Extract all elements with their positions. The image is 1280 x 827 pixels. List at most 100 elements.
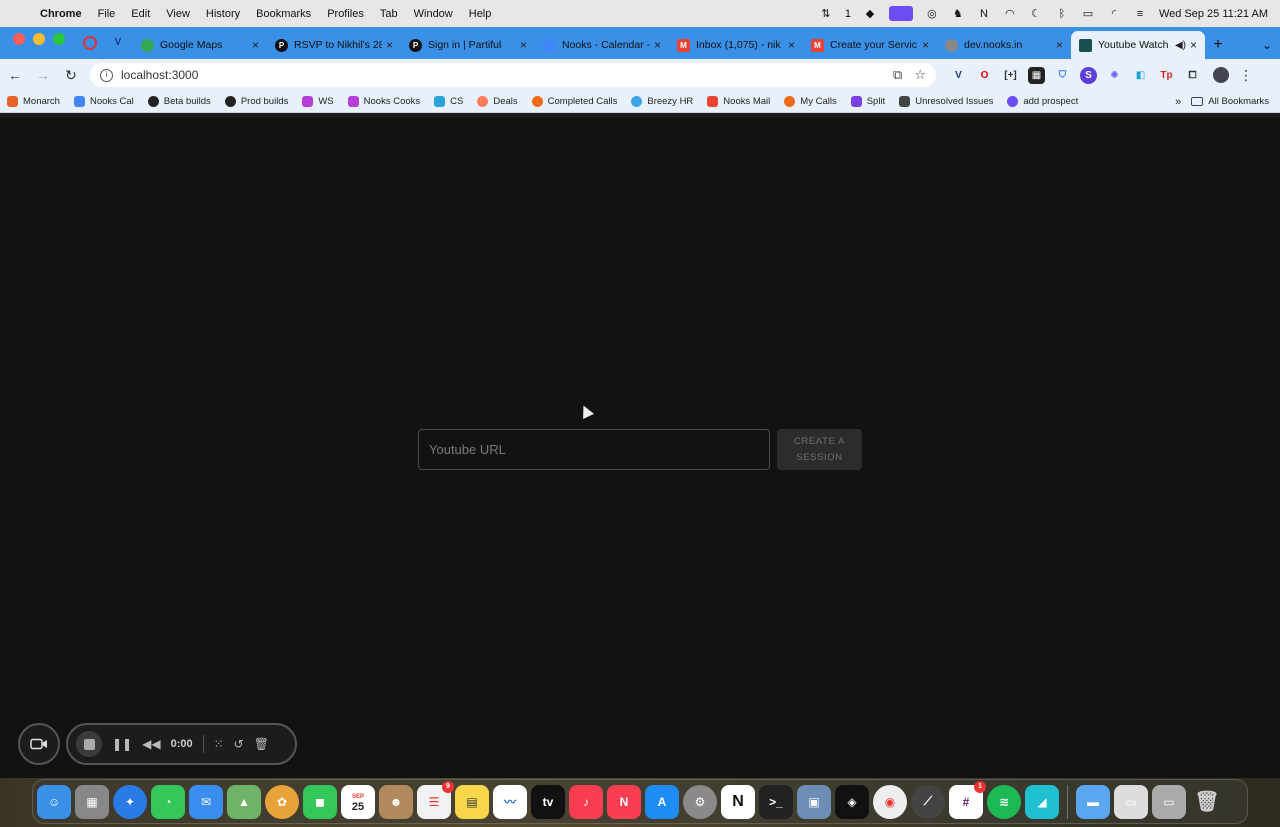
contacts-icon[interactable]: ☻ xyxy=(379,784,413,819)
bookmark-star-icon[interactable]: ☆ xyxy=(914,67,926,83)
menu-edit[interactable]: Edit xyxy=(123,8,158,20)
moon-icon[interactable]: ☾ xyxy=(1029,8,1043,20)
tab-youtube-watch[interactable]: Youtube Watch ◀) × xyxy=(1071,31,1205,59)
create-session-button[interactable]: CREATE A SESSION xyxy=(777,429,862,470)
launchpad-icon[interactable]: ▦ xyxy=(75,784,109,819)
bookmark-nooks-mail[interactable]: Nooks Mail xyxy=(700,96,777,107)
install-app-icon[interactable]: ⧉ xyxy=(893,67,902,83)
pause-recording-button[interactable]: ❚❚ xyxy=(112,737,132,751)
tab-nooks-calendar[interactable]: Nooks - Calendar - × xyxy=(535,31,669,59)
menu-profiles[interactable]: Profiles xyxy=(319,8,372,20)
linear-icon[interactable]: ⟋ xyxy=(911,784,945,819)
bookmark-split[interactable]: Split xyxy=(844,96,892,107)
bookmark-unresolved-issues[interactable]: Unresolved Issues xyxy=(892,96,1000,107)
grid-icon[interactable]: ⁙ xyxy=(214,737,224,751)
finder-icon[interactable]: ☺ xyxy=(37,784,71,819)
bluetooth-icon[interactable]: ᛒ xyxy=(1055,8,1069,20)
restart-icon[interactable]: ↺ xyxy=(234,737,244,751)
menu-view[interactable]: View xyxy=(158,8,198,20)
menu-file[interactable]: File xyxy=(90,8,124,20)
bookmark-nooks-cal[interactable]: Nooks Cal xyxy=(67,96,141,107)
tab-close-icon[interactable]: × xyxy=(1190,38,1197,52)
menu-tab[interactable]: Tab xyxy=(372,8,406,20)
bookmark-breezy-hr[interactable]: Breezy HR xyxy=(624,96,700,107)
system-settings-icon[interactable]: ⚙ xyxy=(683,784,717,819)
diamond-icon[interactable]: ◆ xyxy=(863,8,877,20)
browser-menu-icon[interactable]: ⋮ xyxy=(1239,67,1253,84)
reload-button[interactable]: ↻ xyxy=(58,62,84,88)
bookmark-ws[interactable]: WS xyxy=(295,96,340,107)
trash-icon[interactable]: 🗑 xyxy=(254,737,269,751)
windsurf-icon[interactable]: ◢ xyxy=(1025,784,1059,819)
extension-s-icon[interactable]: S xyxy=(1080,66,1097,84)
fox-icon[interactable]: ♞ xyxy=(951,8,965,20)
tab-close-icon[interactable]: × xyxy=(520,38,527,52)
app-store-icon[interactable]: A xyxy=(645,784,679,819)
extension-grid-icon[interactable]: ▦ xyxy=(1028,66,1045,84)
bookmark-beta-builds[interactable]: Beta builds xyxy=(141,96,218,107)
messages-icon[interactable]: ◔ xyxy=(151,784,185,819)
bookmark-completed-calls[interactable]: Completed Calls xyxy=(525,96,625,107)
tab-inbox[interactable]: M Inbox (1,075) - nik × xyxy=(669,31,803,59)
new-tab-button[interactable]: + xyxy=(1205,31,1231,59)
safari-icon[interactable]: ✦ xyxy=(113,784,147,819)
extension-tp-icon[interactable]: Tp xyxy=(1158,67,1175,84)
tab-dev-nooks[interactable]: dev.nooks.in × xyxy=(937,31,1071,59)
maps-icon[interactable]: ▲ xyxy=(227,784,261,819)
notes-icon[interactable]: ▤ xyxy=(455,784,489,819)
menu-datetime[interactable]: Wed Sep 25 11:21 AM xyxy=(1159,8,1268,20)
menu-bookmarks[interactable]: Bookmarks xyxy=(248,8,319,20)
back-button[interactable]: ← xyxy=(2,62,28,88)
bookmark-prod-builds[interactable]: Prod builds xyxy=(218,96,296,107)
address-bar[interactable]: i localhost:3000 ⧉ ☆ xyxy=(90,63,936,87)
extension-flower-icon[interactable]: ✺ xyxy=(1106,67,1123,84)
extension-v-icon[interactable]: V xyxy=(950,67,967,84)
freeform-icon[interactable]: 〰 xyxy=(493,784,527,819)
menu-history[interactable]: History xyxy=(198,8,248,20)
extension-pin-icon[interactable]: ◧ xyxy=(1132,67,1149,84)
screen-share-icon[interactable] xyxy=(888,6,913,21)
site-info-icon[interactable]: i xyxy=(100,68,113,82)
bookmark-nooks-cooks[interactable]: Nooks Cooks xyxy=(341,96,428,107)
calendar-icon[interactable]: SEP 25 xyxy=(341,784,375,819)
more-bookmarks-chevron-icon[interactable]: » xyxy=(1165,96,1191,108)
extension-shield-icon[interactable]: ⛉ xyxy=(1054,67,1071,84)
youtube-url-input[interactable] xyxy=(418,429,770,470)
window-stack-icon[interactable]: ▭ xyxy=(1152,784,1186,819)
rewind-button[interactable]: ◀◀ xyxy=(142,737,160,751)
control-center-icon[interactable]: ≡ xyxy=(1133,8,1147,20)
bookmark-add-prospect[interactable]: add prospect xyxy=(1000,96,1085,107)
tab-close-icon[interactable]: × xyxy=(1056,38,1063,52)
profile-avatar[interactable] xyxy=(1213,67,1229,83)
pinned-tab-record-icon[interactable] xyxy=(83,36,97,50)
forward-button[interactable]: → xyxy=(30,62,56,88)
tab-partiful-signin[interactable]: P Sign in | Partiful × xyxy=(401,31,535,59)
tab-close-icon[interactable]: × xyxy=(922,38,929,52)
close-window-button[interactable] xyxy=(13,33,25,45)
tab-rsvp[interactable]: P RSVP to Nikhil's 28 × xyxy=(267,31,401,59)
headphones-icon[interactable]: ◠ xyxy=(1003,8,1017,20)
all-bookmarks[interactable]: All Bookmarks xyxy=(1191,96,1280,107)
trash-bin-icon[interactable]: 🗑 xyxy=(1190,785,1224,819)
pinned-tab-v-icon[interactable]: V xyxy=(111,36,125,50)
battery-icon[interactable]: ▭ xyxy=(1081,8,1095,20)
tab-close-icon[interactable]: × xyxy=(654,38,661,52)
extensions-puzzle-icon[interactable]: ⧠ xyxy=(1184,67,1201,84)
notion-icon[interactable]: N xyxy=(721,784,755,819)
bookmark-monarch[interactable]: Monarch xyxy=(0,96,67,107)
tab-close-icon[interactable]: × xyxy=(788,38,795,52)
menu-help[interactable]: Help xyxy=(461,8,500,20)
extension-opera-icon[interactable]: O xyxy=(976,67,993,84)
bookmark-deals[interactable]: Deals xyxy=(470,96,524,107)
tab-close-icon[interactable]: × xyxy=(386,38,393,52)
tab-search-icon[interactable]: ⌄ xyxy=(1254,31,1280,59)
cursor-app-icon[interactable]: ◈ xyxy=(835,784,869,819)
photos-icon[interactable]: ✿ xyxy=(265,784,299,819)
menu-app-name[interactable]: Chrome xyxy=(40,8,90,20)
apple-tv-icon[interactable]: tv xyxy=(531,784,565,819)
music-icon[interactable]: ♪ xyxy=(569,784,603,819)
wifi-icon[interactable]: ◜ xyxy=(1107,8,1121,20)
menu-window[interactable]: Window xyxy=(406,8,461,20)
terminal-icon[interactable]: >_ xyxy=(759,784,793,819)
bookmark-my-calls[interactable]: My Calls xyxy=(777,96,843,107)
